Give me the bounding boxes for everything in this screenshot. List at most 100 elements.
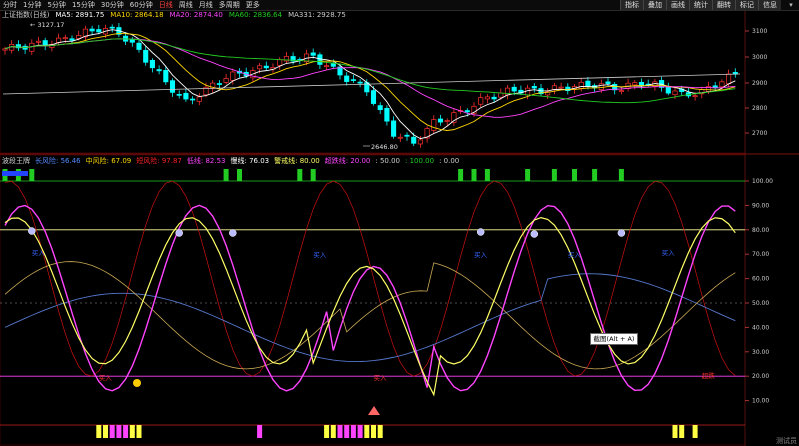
signal-bar-bottom [357, 425, 363, 438]
ind-axis-label-3: 70.00 [752, 251, 769, 258]
candle-body [719, 81, 725, 88]
tool-button-2[interactable]: 画线 [666, 0, 689, 10]
ind-item-5: 警戒线: 80.00 [274, 157, 320, 165]
signal-bar-bottom [109, 425, 115, 438]
main-panel-frame [0, 9, 746, 154]
candle-body [163, 70, 169, 83]
signal-bar-blue [2, 171, 28, 176]
candle-body [230, 71, 236, 81]
signal-bar-bottom [257, 425, 263, 438]
main-axis-label-1: 3000 [752, 54, 767, 61]
candle-body [411, 136, 417, 144]
candle-body [310, 52, 316, 56]
candle-body [96, 29, 102, 33]
timeframe-1[interactable]: 1分钟 [20, 0, 44, 10]
oversold-label-2: 超跌 [702, 371, 716, 380]
candle-body [726, 73, 732, 85]
candle-body [344, 75, 350, 82]
candle-body [216, 83, 222, 85]
signal-bar-bottom [672, 425, 678, 438]
ma-line-40 [4, 38, 736, 104]
ind-axis-label-8: 20.00 [752, 373, 769, 380]
high-annotation: ← 3127.17 [30, 21, 64, 29]
candle-body [324, 65, 330, 68]
main-axis-label-2: 2900 [752, 80, 767, 87]
ind-axis-label-9: 10.00 [752, 398, 769, 405]
candle-body [2, 48, 8, 51]
signal-bar-bottom [344, 425, 350, 438]
candle-body [357, 81, 363, 84]
signal-bar-bottom [129, 425, 135, 438]
tool-button-0[interactable]: 指标 [620, 0, 643, 10]
buy-label-2: 买入 [474, 251, 488, 259]
tool-button-3[interactable]: 统计 [689, 0, 712, 10]
timeframe-5[interactable]: 60分钟 [127, 0, 156, 10]
candle-body [478, 97, 484, 105]
main-item-1: MA10: 2864.18 [110, 11, 164, 19]
window-controls[interactable]: ▾ [783, 0, 799, 10]
long-risk-line [4, 273, 736, 362]
smiley-marker [133, 379, 141, 387]
candle-body [632, 82, 638, 86]
tool-button-1[interactable]: 叠加 [643, 0, 666, 10]
timeframe-10[interactable]: 更多 [243, 0, 263, 10]
main-axis-label-4: 2700 [752, 130, 767, 137]
signal-bar-green [458, 169, 464, 181]
candle-body [437, 118, 444, 123]
main-item-0: MA5: 2891.75 [55, 11, 105, 19]
signal-bar-green [592, 169, 598, 181]
candle-body [444, 120, 450, 122]
candle-body [391, 120, 397, 137]
buy-label-1: 买入 [313, 251, 327, 259]
signal-bar-bottom [136, 425, 142, 438]
timeframe-3[interactable]: 15分钟 [69, 0, 98, 10]
timeframe-4[interactable]: 30分钟 [98, 0, 127, 10]
signal-bar-bottom [123, 425, 129, 438]
candle-body [156, 69, 162, 72]
ind-item-1: 中风险: 67.09 [85, 157, 132, 165]
candle-body [370, 90, 377, 104]
marker-circle [530, 230, 539, 238]
signal-bar-bottom [324, 425, 330, 438]
timeframe-0[interactable]: 分时 [0, 0, 20, 10]
tool-button-4[interactable]: 翻转 [712, 0, 735, 10]
candle-body [377, 105, 383, 111]
candle-body [692, 95, 698, 98]
timeframe-8[interactable]: 月线 [196, 0, 216, 10]
short-risk-line [4, 180, 736, 377]
ind-item-4: 慢线: 76.03 [230, 157, 270, 165]
candle-body [618, 90, 624, 92]
chart-canvas[interactable]: 3100 3000 2900 2800 2700 100.00 90.00 80.00 70.0… [0, 0, 799, 446]
timeframe-7[interactable]: 周线 [176, 0, 196, 10]
main-chart-title: 上证指数(日线) [2, 11, 50, 19]
timeframe-9[interactable]: 多周期 [216, 0, 243, 10]
tool-button-5[interactable]: 标记 [735, 0, 758, 10]
main-chart-legend: 上证指数(日线) MA5: 2891.75 MA10: 2864.18 MA20: … [2, 11, 346, 20]
timeframe-2[interactable]: 5分钟 [44, 0, 68, 10]
candle-body [196, 96, 202, 102]
candle-body [578, 81, 584, 89]
candle-body [384, 107, 390, 122]
tool-button-6[interactable]: 信息 [758, 0, 781, 10]
candle-body [176, 94, 182, 96]
candle-body [491, 96, 497, 100]
signal-bar-green [572, 169, 577, 181]
ind-axis-label-7: 30.00 [752, 349, 769, 356]
signal-bar-green [525, 169, 531, 181]
buy-label-4: 买入 [662, 249, 676, 257]
marker-circle [175, 229, 183, 237]
screenshot-tooltip: 截图(Alt + A) [590, 333, 638, 345]
ind-axis-label-5: 50.00 [752, 300, 769, 307]
watermark-text: 测试员 [776, 437, 797, 445]
signal-bar-bottom [96, 425, 102, 438]
candle-body [605, 81, 611, 84]
ind-item-9: : 0.00 [439, 157, 460, 165]
signal-bar-green [471, 169, 477, 181]
candle-body [585, 80, 591, 87]
timeframe-6[interactable]: 日线 [156, 0, 176, 10]
ind-item-7: : 50.00 [375, 157, 400, 165]
signal-bar-green [551, 169, 557, 181]
ind-axis-label-4: 60.00 [752, 276, 769, 283]
candle-body [35, 40, 42, 43]
ind-axis-label-1: 90.00 [752, 202, 769, 209]
